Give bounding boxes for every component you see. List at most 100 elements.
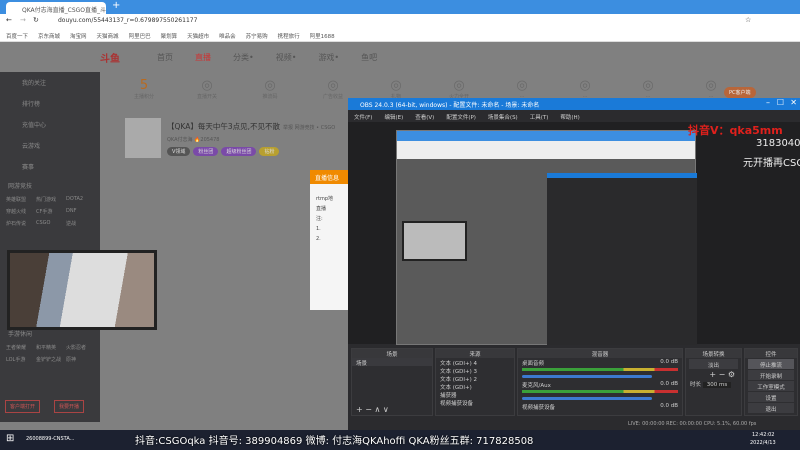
game-link[interactable]: 金铲铲之战 [36, 356, 64, 363]
obs-preview: 抖音V：qka5mm 31830401 元开播再CSGO [348, 122, 800, 345]
nav-item[interactable]: 鱼吧 [361, 52, 377, 69]
nav-item[interactable]: 直播 [195, 52, 211, 69]
badge[interactable]: 超级粉丝团 [221, 147, 257, 156]
reload-icon[interactable]: ↻ [33, 16, 39, 24]
source-item[interactable]: 文本 (GDI+) 4 [436, 358, 514, 367]
toolbar-icon: 5 [125, 78, 163, 93]
game-link[interactable]: 热门游戏 [36, 196, 64, 203]
site-header: 首页 直播 分类• 视频• 游戏• 鱼吧 [95, 45, 795, 69]
obs-menu-item[interactable]: 场景集合(S) [488, 113, 518, 122]
bookmark-item[interactable]: 唯品会 [219, 32, 236, 41]
bookmark-item[interactable]: 京东商城 [38, 32, 60, 41]
nav-item[interactable]: 分类• [233, 52, 254, 69]
back-icon[interactable]: ← [6, 16, 12, 24]
badge[interactable]: V领域 [167, 147, 191, 156]
obs-menu-item[interactable]: 编辑(E) [384, 113, 403, 122]
game-link[interactable]: CSGO [36, 220, 64, 227]
stream-category[interactable]: 举报 网游竞技 • CSGO [283, 124, 335, 131]
address-bar: ← → ↻ douyu.com/55443137_r=0.67989755026… [0, 14, 800, 29]
bookmark-item[interactable]: 阿里巴巴 [129, 32, 151, 41]
nav-item[interactable]: 视频• [276, 52, 297, 69]
nav-item[interactable]: 游戏• [318, 52, 339, 69]
toolbar-item[interactable]: ◎... [503, 78, 541, 100]
start-stream-button[interactable]: 我要开播 [54, 400, 85, 413]
live-info-popup: 直播信息 rtmp地 直播 注: 1. 2. [310, 170, 352, 310]
game-link[interactable]: 原神 [66, 356, 94, 363]
control-button[interactable]: 工作室模式 [748, 381, 794, 391]
toolbar-item[interactable]: ◎... [629, 78, 667, 100]
obs-menu: 文件(F) 编辑(E) 查看(V) 配置文件(P) 场景集合(S) 工具(T) 帮助(H) [348, 110, 800, 122]
star-icon[interactable]: ☆ [745, 16, 751, 24]
toolbar-item[interactable]: ◎... [566, 78, 604, 100]
minimize-icon[interactable]: – [766, 98, 770, 107]
toolbar-item[interactable]: 5 主播积分 [125, 78, 163, 100]
transition-select[interactable]: 淡出 [689, 359, 738, 369]
volume-slider[interactable] [522, 375, 652, 378]
open-client-button[interactable]: 客户端打开 [5, 400, 41, 413]
close-icon[interactable]: ✕ [790, 98, 797, 107]
obs-menu-item[interactable]: 文件(F) [354, 113, 372, 122]
game-link[interactable]: 王者荣耀 [6, 344, 34, 351]
obs-menu-item[interactable]: 工具(T) [530, 113, 549, 122]
url-input[interactable]: douyu.com/55443137_r=0.679897550261177 [58, 17, 197, 24]
sidebar-item[interactable]: 我的关注 [0, 72, 100, 93]
game-link[interactable]: 炉石传说 [6, 220, 34, 227]
toolbar-item[interactable]: ◎ 广告收益 [314, 78, 352, 100]
game-link[interactable]: 逆战 [66, 220, 94, 227]
new-tab-icon[interactable]: + [112, 0, 120, 11]
control-button[interactable]: 设置 [748, 392, 794, 402]
bookmark-item[interactable]: 聚划算 [161, 32, 178, 41]
scene-item[interactable]: 场景 [352, 358, 432, 367]
sidebar-item[interactable]: 赛事 [0, 156, 100, 177]
control-button[interactable]: 停止推流 [748, 359, 794, 369]
obs-menu-item[interactable]: 帮助(H) [560, 113, 579, 122]
toolbar-item[interactable]: ◎ 推流码 [251, 78, 289, 100]
source-item[interactable]: 捕获器 [436, 390, 514, 399]
forward-icon[interactable]: → [20, 16, 26, 24]
badge[interactable]: 粉丝团 [193, 147, 219, 156]
sidebar-item[interactable]: 云游戏 [0, 135, 100, 156]
duration-input[interactable]: 300 ms [702, 382, 732, 388]
bookmark-item[interactable]: 天猫超市 [187, 32, 209, 41]
bookmark-item[interactable]: 阿里1688 [310, 32, 335, 41]
source-item[interactable]: 视频捕获设备 [436, 398, 514, 407]
bookmark-item[interactable]: 苏宁易购 [246, 32, 268, 41]
popup-line: 2. [316, 236, 321, 242]
game-link[interactable]: DNF [66, 208, 94, 215]
bookmark-item[interactable]: 天猫商城 [97, 32, 119, 41]
badge[interactable]: 钻粉 [259, 147, 280, 156]
game-link[interactable]: 火影忍者 [66, 344, 94, 351]
obs-menu-item[interactable]: 查看(V) [415, 113, 434, 122]
volume-slider[interactable] [522, 397, 652, 400]
bookmark-item[interactable]: 携程旅行 [278, 32, 300, 41]
game-link[interactable]: DOTA2 [66, 196, 94, 203]
game-link[interactable]: 和平精英 [36, 344, 64, 351]
nav-item[interactable]: 首页 [157, 52, 173, 69]
maximize-icon[interactable]: ☐ [777, 98, 784, 107]
source-item[interactable]: 文本 (GDI+) 2 [436, 374, 514, 383]
toolbar-icon: ◎ [327, 78, 339, 93]
toolbar-item[interactable]: ◎ 直播开关 [188, 78, 226, 100]
browser-tab[interactable]: QKA付志海直播_CSGO直播_斗 [6, 2, 106, 14]
toolbar-item[interactable]: ◎... [692, 78, 730, 100]
obs-menu-item[interactable]: 配置文件(P) [446, 113, 476, 122]
popup-line: 直播 [316, 206, 327, 212]
control-button[interactable]: 开始录制 [748, 370, 794, 380]
sidebar-item[interactable]: 排行榜 [0, 93, 100, 114]
bookmarks-bar: 百度一下 京东商城 淘宝网 天猫商城 阿里巴巴 聚划算 天猫超市 唯品会 苏宁易购 携程旅行 阿里1… [0, 29, 800, 42]
toolbar-item[interactable]: ◎ 火力全开 [440, 78, 478, 100]
social-ticker: 抖音:CSGOqka 抖音号: 389904869 微博: 付志海QKAhoff… [135, 436, 534, 447]
bookmark-item[interactable]: 百度一下 [6, 32, 28, 41]
windows-start-icon[interactable]: ⊞ [6, 433, 14, 444]
taskbar-app[interactable]: 26008899-CNSTA... [26, 436, 74, 442]
bookmark-item[interactable]: 淘宝网 [70, 32, 87, 41]
toolbar-item[interactable]: ◎ 礼物 [377, 78, 415, 100]
game-link[interactable]: 穿越火线 [6, 208, 34, 215]
control-button[interactable]: 退出 [748, 403, 794, 413]
sidebar-item[interactable]: 充值中心 [0, 114, 100, 135]
game-link[interactable]: CF手游 [36, 208, 64, 215]
source-item[interactable]: 文本 (GDI+) 3 [436, 366, 514, 375]
game-link[interactable]: 英雄联盟 [6, 196, 34, 203]
source-item[interactable]: 文本 (GDI+) [436, 382, 514, 391]
game-link[interactable]: LOL手游 [6, 356, 34, 363]
